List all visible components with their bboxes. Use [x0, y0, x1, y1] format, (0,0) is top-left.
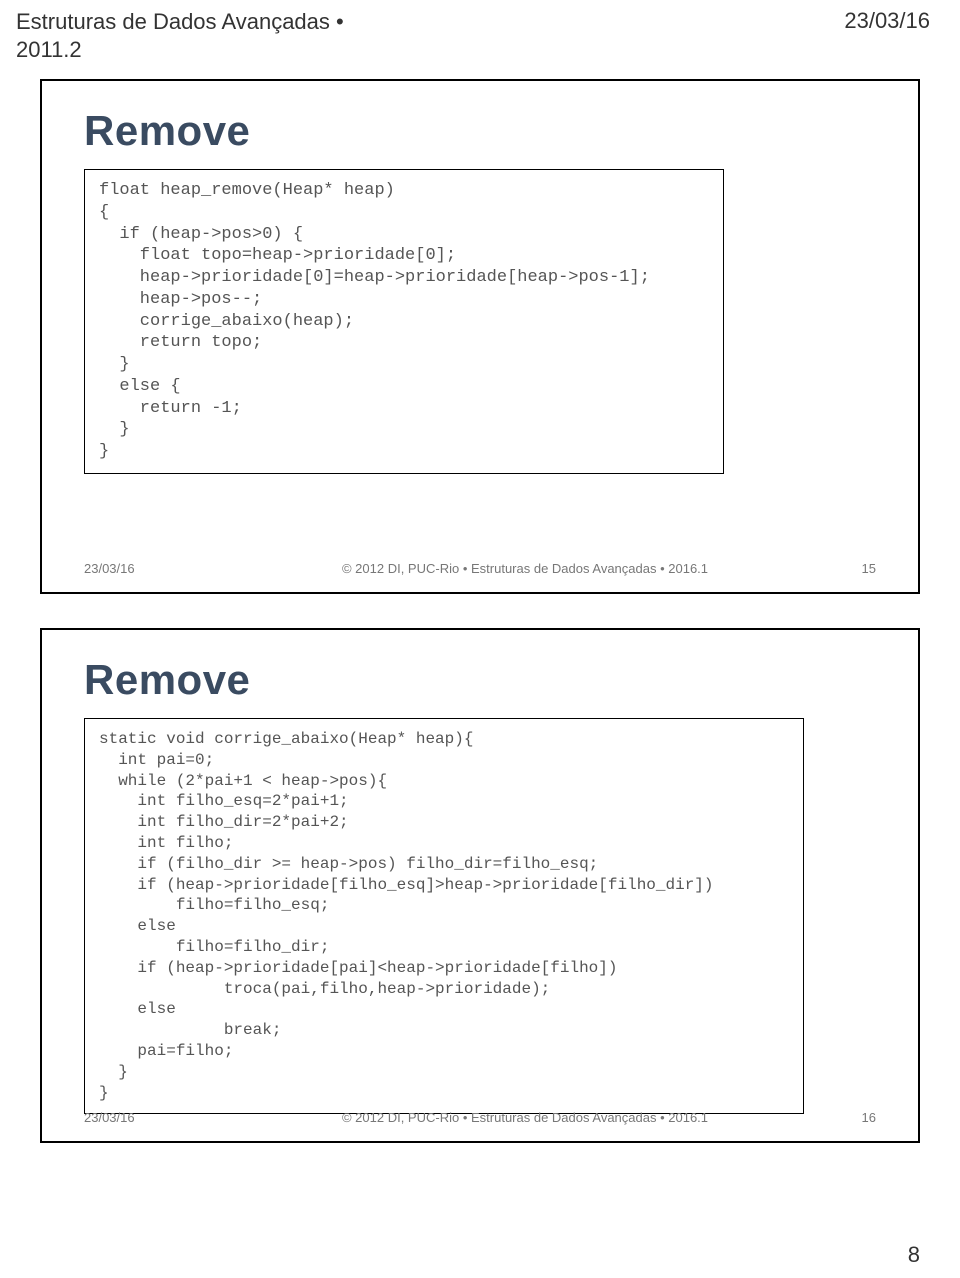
header-course: Estruturas de Dados Avançadas •	[16, 9, 344, 34]
slide-footer: 23/03/16 © 2012 DI, PUC-Rio • Estruturas…	[84, 1110, 876, 1125]
footer-date: 23/03/16	[84, 1110, 194, 1125]
slide-footer: 23/03/16 © 2012 DI, PUC-Rio • Estruturas…	[84, 561, 876, 576]
page-header: Estruturas de Dados Avançadas • 2011.2 2…	[0, 0, 960, 69]
footer-credit: © 2012 DI, PUC-Rio • Estruturas de Dados…	[194, 561, 816, 576]
slide-2: Remove static void corrige_abaixo(Heap* …	[40, 628, 920, 1143]
code-block: float heap_remove(Heap* heap) { if (heap…	[84, 169, 724, 474]
slide-title: Remove	[84, 656, 876, 704]
slide-number: 16	[816, 1110, 876, 1125]
page-number: 8	[908, 1242, 920, 1268]
footer-credit: © 2012 DI, PUC-Rio • Estruturas de Dados…	[194, 1110, 816, 1125]
slide-number: 15	[816, 561, 876, 576]
code-block: static void corrige_abaixo(Heap* heap){ …	[84, 718, 804, 1114]
footer-date: 23/03/16	[84, 561, 194, 576]
header-left: Estruturas de Dados Avançadas • 2011.2	[16, 8, 344, 63]
header-term: 2011.2	[16, 37, 82, 62]
header-date: 23/03/16	[844, 8, 930, 63]
slide-1: Remove float heap_remove(Heap* heap) { i…	[40, 79, 920, 594]
slide-title: Remove	[84, 107, 876, 155]
